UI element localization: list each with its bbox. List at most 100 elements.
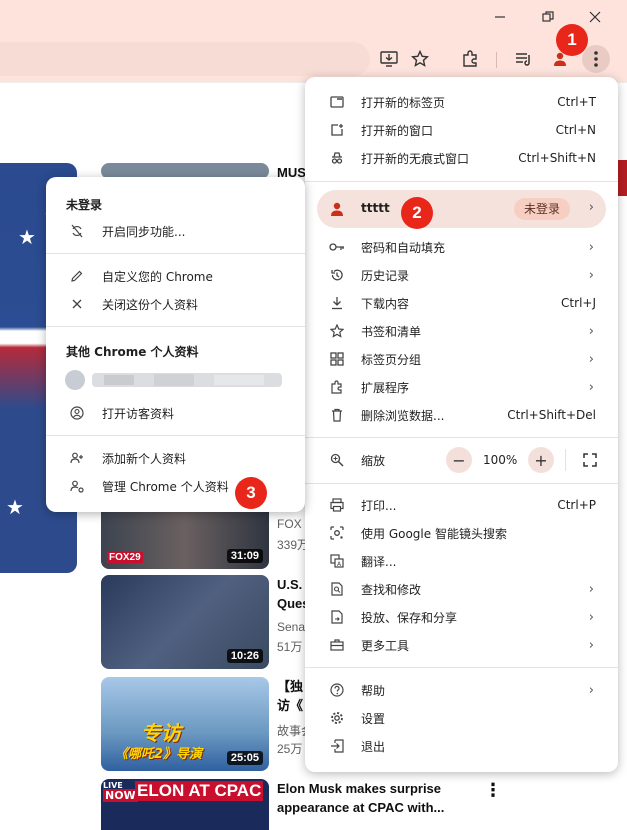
chevron-right-icon: › xyxy=(588,267,594,283)
close-icon xyxy=(70,297,84,311)
address-bar[interactable] xyxy=(0,42,370,76)
video-thumbnail[interactable]: LIVE NOW ELON AT CPAC xyxy=(101,779,269,830)
submenu-divider xyxy=(46,253,305,254)
menu-item-passwords[interactable]: 密码和自动填充 › xyxy=(305,233,618,261)
video-thumbnail[interactable]: 专访 《哪吒2》导演 25:05 xyxy=(101,677,269,771)
minimize-button[interactable] xyxy=(480,4,520,30)
new-tab-icon xyxy=(329,94,345,110)
chevron-right-icon: › xyxy=(588,581,594,597)
step-badge-2: 2 xyxy=(401,197,433,229)
menu-item-downloads[interactable]: 下载内容 Ctrl+J xyxy=(305,289,618,317)
more-menu-button[interactable] xyxy=(582,45,610,73)
flag-star-icon: ★ xyxy=(6,495,24,519)
submenu-divider xyxy=(46,435,305,436)
menu-item-incognito[interactable]: 打开新的无痕式窗口 Ctrl+Shift+N xyxy=(305,144,618,172)
chevron-right-icon: › xyxy=(588,379,594,395)
not-signed-in-badge: 未登录 xyxy=(513,198,570,220)
bookmark-button[interactable] xyxy=(406,45,434,73)
lens-icon xyxy=(329,525,345,541)
chevron-right-icon: › xyxy=(588,637,594,653)
video-duration: 25:05 xyxy=(226,751,263,765)
chevron-right-icon: › xyxy=(588,239,594,255)
other-profile-item[interactable] xyxy=(64,369,286,391)
menu-item-bookmarks[interactable]: 书签和清单 › xyxy=(305,317,618,345)
video-thumbnail[interactable]: 10:26 xyxy=(101,575,269,669)
menu-divider xyxy=(305,437,618,438)
video-views: 25万 xyxy=(277,742,303,756)
thumbnail-caption: 专访 xyxy=(141,721,181,745)
menu-item-extensions[interactable]: 扩展程序 › xyxy=(305,373,618,401)
menu-item-cast-save-share[interactable]: 投放、保存和分享 › xyxy=(305,603,618,631)
menu-item-find[interactable]: 查找和修改 › xyxy=(305,575,618,603)
install-app-button[interactable] xyxy=(375,45,403,73)
reading-list-icon xyxy=(516,53,530,66)
menu-item-history[interactable]: 历史记录 › xyxy=(305,261,618,289)
chevron-right-icon: › xyxy=(588,351,594,367)
incognito-icon xyxy=(329,150,345,166)
tab-groups-icon xyxy=(329,351,345,367)
star-icon xyxy=(329,323,345,339)
customize-chrome-button[interactable]: 自定义您的 Chrome xyxy=(46,262,305,290)
video-title[interactable]: 【独 xyxy=(277,677,303,696)
open-guest-profile-button[interactable]: 打开访客资料 xyxy=(46,399,305,427)
menu-item-translate[interactable]: A 翻译... xyxy=(305,547,618,575)
video-title[interactable]: U.S. xyxy=(277,575,302,594)
menu-divider xyxy=(305,483,618,484)
minimize-icon xyxy=(495,16,505,18)
menu-item-help[interactable]: 帮助 › xyxy=(305,676,618,704)
page-accent-strip xyxy=(617,160,627,196)
menu-item-google-lens[interactable]: 使用 Google 智能镜头搜索 xyxy=(305,519,618,547)
puzzle-icon xyxy=(329,379,345,395)
reading-list-button[interactable] xyxy=(510,45,538,73)
extensions-icon xyxy=(463,50,477,67)
fullscreen-icon xyxy=(583,453,597,467)
toolbox-icon xyxy=(329,637,345,653)
menu-item-tab-groups[interactable]: 标签页分组 › xyxy=(305,345,618,373)
video-title-line2[interactable]: 访《 xyxy=(277,696,303,715)
profile-submenu: 未登录 开启同步功能... 自定义您的 Chrome 关闭这份个人资料 其他 C… xyxy=(46,177,305,512)
menu-item-print[interactable]: 打印... Ctrl+P xyxy=(305,491,618,519)
menu-item-clear-data[interactable]: 删除浏览数据... Ctrl+Shift+Del xyxy=(305,401,618,429)
fullscreen-button[interactable] xyxy=(577,447,603,473)
sync-off-icon xyxy=(70,224,84,238)
key-icon xyxy=(329,239,345,255)
sign-in-status-heading: 未登录 xyxy=(66,198,103,212)
menu-item-profile[interactable]: ttttt 未登录 › xyxy=(317,190,606,228)
video-channel[interactable]: Senat xyxy=(277,620,308,634)
zoom-divider xyxy=(565,449,566,471)
menu-divider xyxy=(305,667,618,668)
enable-sync-button[interactable]: 开启同步功能... xyxy=(46,217,305,245)
zoom-icon xyxy=(329,452,345,468)
menu-item-new-window[interactable]: 打开新的窗口 Ctrl+N xyxy=(305,116,618,144)
menu-item-settings[interactable]: 设置 xyxy=(305,704,618,732)
zoom-out-button[interactable]: − xyxy=(446,447,472,473)
profile-avatar-icon xyxy=(329,201,345,221)
history-icon xyxy=(329,267,345,283)
menu-item-exit[interactable]: 退出 xyxy=(305,732,618,760)
gear-icon xyxy=(329,710,345,726)
video-title[interactable]: Elon Musk makes surprise xyxy=(277,779,441,798)
trash-icon xyxy=(329,407,345,423)
video-more-options-button[interactable]: ⋮ xyxy=(484,780,502,801)
chevron-right-icon: › xyxy=(588,200,594,215)
profile-name: ttttt xyxy=(361,201,390,215)
add-profile-button[interactable]: 添加新个人资料 xyxy=(46,444,305,472)
extensions-button[interactable] xyxy=(456,45,484,73)
restore-icon xyxy=(542,11,554,22)
video-title-line2[interactable]: appearance at CPAC with... xyxy=(277,798,444,817)
video-duration: 31:09 xyxy=(226,549,263,563)
video-views: 51万 xyxy=(277,640,303,654)
zoom-in-button[interactable]: + xyxy=(528,447,554,473)
chevron-right-icon: › xyxy=(588,609,594,625)
toolbar-divider xyxy=(496,52,497,68)
add-person-icon xyxy=(70,451,84,465)
video-duration: 10:26 xyxy=(226,649,263,663)
flag-star-icon: ★ xyxy=(18,225,36,249)
find-icon xyxy=(329,581,345,597)
close-profile-button[interactable]: 关闭这份个人资料 xyxy=(46,290,305,318)
guest-icon xyxy=(70,406,84,420)
menu-item-new-tab[interactable]: 打开新的标签页 Ctrl+T xyxy=(305,88,618,116)
other-profiles-heading: 其他 Chrome 个人资料 xyxy=(66,345,199,359)
thumbnail-banner: ELON AT CPAC xyxy=(135,781,264,801)
menu-item-more-tools[interactable]: 更多工具 › xyxy=(305,631,618,659)
